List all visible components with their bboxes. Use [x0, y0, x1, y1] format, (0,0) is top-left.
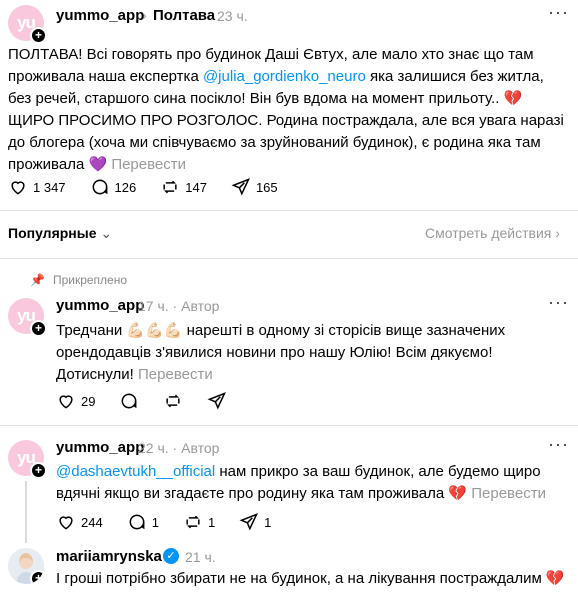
reply-button[interactable]: 1 [127, 512, 159, 532]
like-button[interactable]: 244 [56, 512, 103, 532]
share-icon [207, 392, 227, 410]
post-username[interactable]: yummo_app [56, 7, 144, 24]
like-count: 244 [81, 514, 103, 530]
reply-button[interactable]: 126 [90, 177, 137, 197]
comment-time: 22 ч. · Автор [138, 440, 220, 456]
view-activity-link[interactable]: Смотреть действия › [425, 225, 560, 241]
repost-icon [163, 180, 177, 194]
like-button[interactable]: 1 347 [8, 177, 66, 197]
avatar[interactable]: yu + [8, 298, 47, 337]
heart-icon [11, 181, 25, 195]
comment-username[interactable]: yummo_app [56, 439, 144, 456]
translate-button[interactable]: Перевести [111, 156, 186, 173]
heart-icon [59, 516, 73, 530]
avatar[interactable]: + [8, 548, 44, 584]
reply-count: 1 [151, 514, 159, 530]
comment-icon [122, 393, 137, 409]
like-count: 29 [81, 393, 96, 409]
share-button[interactable]: 1 [239, 512, 271, 532]
comment-actions: 29 [56, 391, 227, 411]
pinned-label: 📌 Прикреплено [30, 273, 128, 287]
comment-icon [92, 179, 107, 195]
share-count: 1 [264, 514, 272, 530]
post-actions: 1 347 126 147 165 [8, 177, 278, 197]
share-button[interactable] [207, 391, 227, 411]
comment-text: @dashaevtukh__official нам прикро за ваш… [56, 463, 546, 502]
comment-icon [129, 514, 145, 530]
divider [0, 425, 578, 426]
follow-plus-icon[interactable]: + [30, 462, 47, 479]
share-button[interactable]: 165 [231, 177, 278, 197]
translate-button[interactable]: Перевести [138, 366, 213, 383]
comment-text: І гроші потрібно збирати не на будинок, … [56, 570, 565, 587]
divider [0, 258, 578, 259]
repost-button[interactable]: 147 [160, 177, 207, 197]
chevron-right-icon: › [142, 7, 147, 23]
more-icon[interactable]: ··· [548, 292, 569, 313]
mention-link[interactable]: @julia_gordienko_neuro [203, 68, 366, 85]
thread-line [25, 481, 27, 543]
more-icon[interactable]: ··· [548, 434, 569, 455]
breadcrumb[interactable]: Полтава [153, 7, 215, 24]
follow-plus-icon[interactable]: + [30, 27, 47, 44]
reply-count: 126 [114, 179, 137, 195]
verified-icon: ✓ [163, 548, 179, 564]
post-text: ПОЛТАВА! Всі говорять про будинок Даші Є… [8, 46, 564, 173]
divider [0, 210, 578, 211]
repost-count: 147 [185, 179, 207, 195]
comment-time: 17 ч. · Автор [138, 298, 220, 314]
avatar[interactable]: yu + [8, 5, 47, 44]
translate-button[interactable]: Перевести [471, 485, 546, 502]
comment-username[interactable]: mariiamrynska [56, 548, 162, 565]
sort-dropdown[interactable]: Популярные ⌄ [8, 225, 112, 242]
repost-icon [166, 394, 181, 408]
share-icon [231, 178, 250, 196]
chevron-right-icon: › [555, 225, 560, 241]
follow-plus-icon[interactable]: + [30, 570, 44, 584]
repost-button[interactable] [163, 391, 183, 411]
repost-button[interactable]: 1 [183, 512, 215, 532]
reply-button[interactable] [119, 391, 139, 411]
heart-icon [59, 395, 73, 409]
comment-username[interactable]: yummo_app [56, 297, 144, 314]
mention-link[interactable]: @dashaevtukh__official [56, 463, 215, 480]
comment-time: 21 ч. [185, 549, 216, 565]
like-count: 1 347 [33, 179, 66, 195]
avatar[interactable]: yu + [8, 440, 47, 479]
more-icon[interactable]: ··· [548, 2, 569, 23]
comment-text: Тредчани 💪🏻💪🏻💪🏻 нарешті в одному зі стор… [56, 322, 506, 383]
chevron-down-icon: ⌄ [100, 225, 113, 241]
share-count: 165 [255, 179, 278, 195]
pin-icon: 📌 [30, 273, 45, 287]
comment-actions: 244 1 1 1 [56, 512, 271, 532]
like-button[interactable]: 29 [56, 391, 95, 411]
repost-count: 1 [207, 514, 216, 530]
share-icon [239, 513, 259, 531]
post-time: 23 ч. [217, 8, 248, 24]
follow-plus-icon[interactable]: + [30, 320, 47, 337]
repost-icon [186, 515, 200, 529]
